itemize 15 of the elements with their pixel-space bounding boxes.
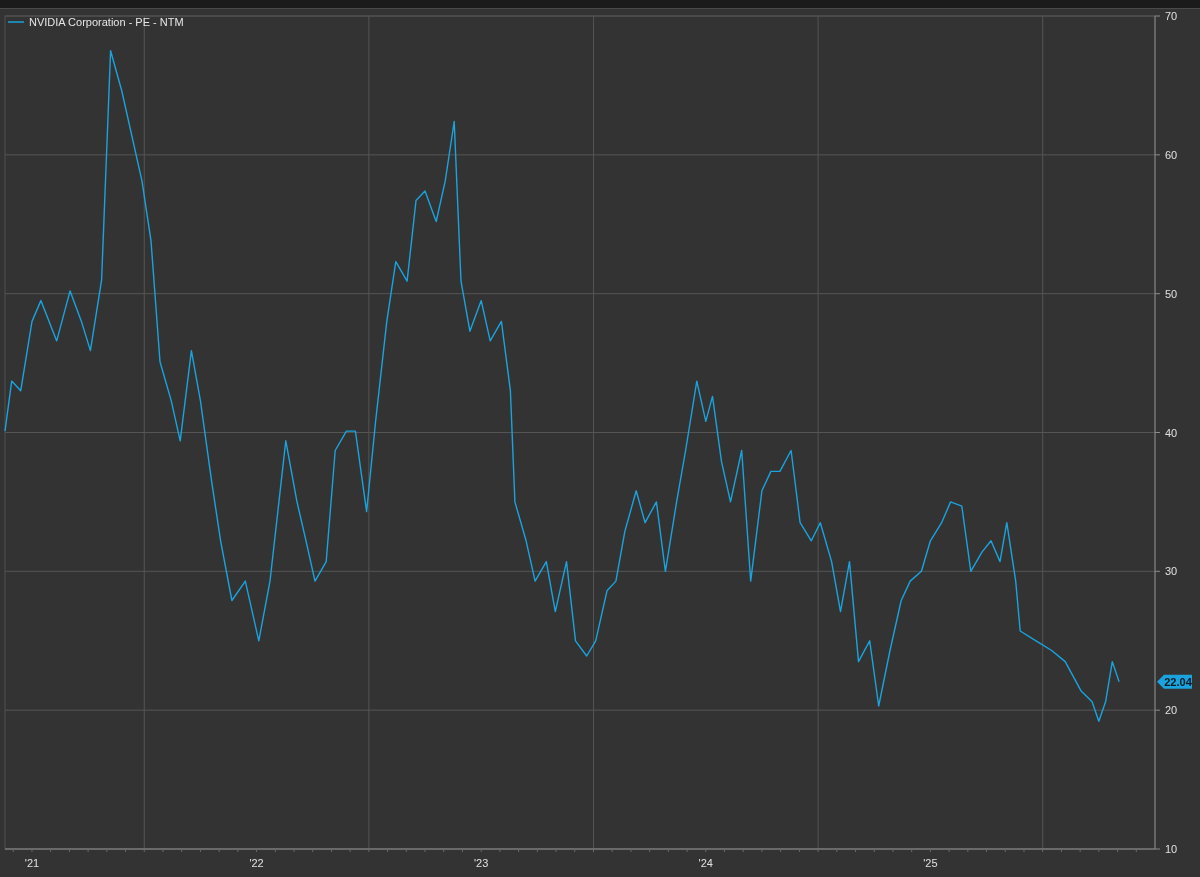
x-axis-label: '22 [249, 857, 264, 869]
y-axis-label: 60 [1165, 148, 1178, 161]
y-axis-label: 70 [1165, 10, 1178, 22]
x-axis-label: '21 [24, 857, 40, 869]
value-tag: 22.04 [1157, 674, 1192, 689]
x-axis-label: '23 [474, 857, 489, 869]
y-axis-label: 30 [1165, 565, 1178, 578]
y-axis-label: 10 [1165, 843, 1178, 855]
legend-label: NVIDIA Corporation - PE - NTM [29, 16, 184, 28]
x-axis-label: '25 [923, 857, 938, 869]
y-axis-label: 40 [1165, 426, 1178, 439]
legend-line-icon [7, 21, 25, 23]
x-axis-label: '24 [698, 857, 713, 869]
y-axis-label: 20 [1165, 704, 1178, 717]
y-axis-label: 50 [1165, 287, 1178, 300]
